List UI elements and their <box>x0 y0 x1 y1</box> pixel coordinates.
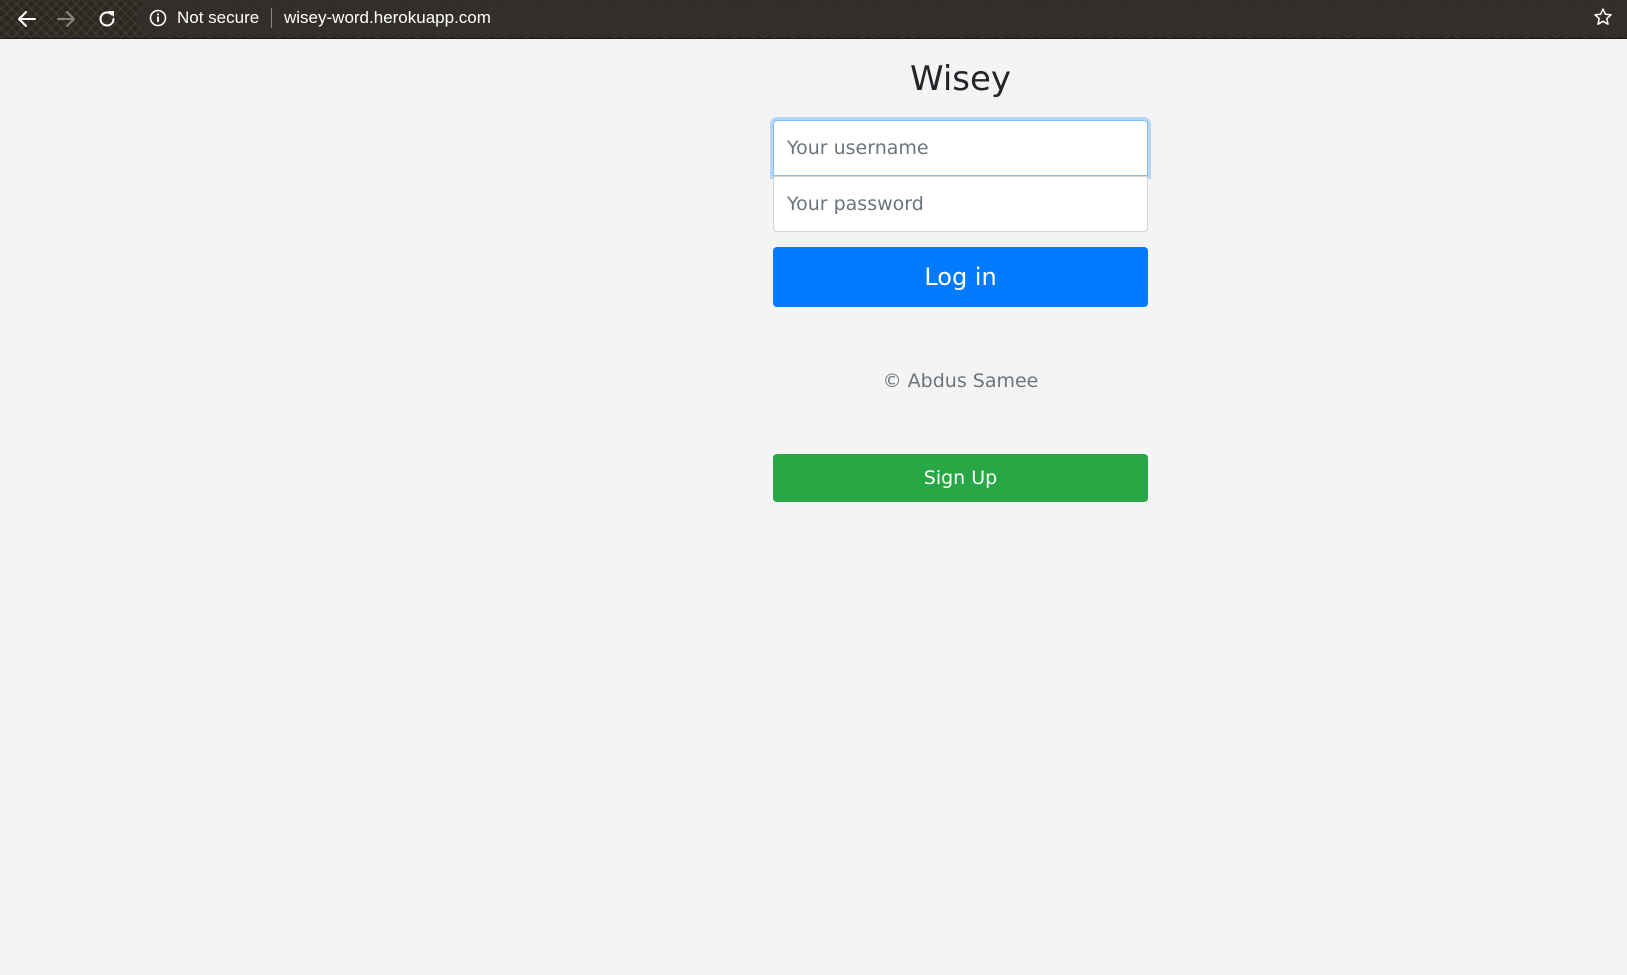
star-icon[interactable] <box>1593 7 1613 27</box>
security-status-label[interactable]: Not secure <box>177 8 259 28</box>
copyright-text: © Abdus Samee <box>882 370 1039 392</box>
signup-button[interactable]: Sign Up <box>773 454 1148 502</box>
username-input[interactable] <box>773 120 1148 176</box>
url-text[interactable]: wisey-word.herokuapp.com <box>284 8 491 28</box>
reload-button[interactable] <box>92 4 122 34</box>
back-button[interactable] <box>12 4 42 34</box>
url-divider <box>271 8 272 28</box>
login-button[interactable]: Log in <box>773 247 1148 307</box>
info-circle-icon[interactable] <box>149 9 167 27</box>
address-bar[interactable]: Not secure wisey-word.herokuapp.com <box>137 1 1627 35</box>
password-input[interactable] <box>773 176 1148 232</box>
browser-toolbar: Not secure wisey-word.herokuapp.com <box>0 0 1627 39</box>
page-title: Wisey <box>909 59 1012 99</box>
arrow-right-icon <box>57 11 75 27</box>
reload-icon <box>99 11 115 27</box>
arrow-left-icon <box>18 11 36 27</box>
forward-button[interactable] <box>51 4 81 34</box>
login-page: Wisey Log in © Abdus Samee Sign Up <box>0 39 1627 975</box>
